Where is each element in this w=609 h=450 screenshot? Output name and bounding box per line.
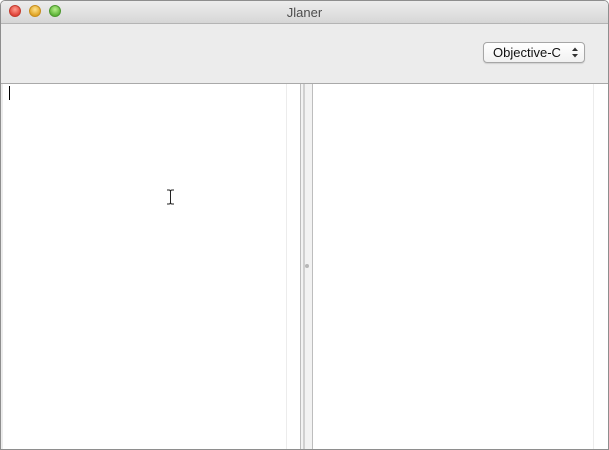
- language-select[interactable]: Objective-C: [483, 42, 585, 63]
- ibeam-cursor-icon: [167, 189, 174, 205]
- window-title: Jlaner: [286, 5, 323, 20]
- scroller-track[interactable]: [286, 84, 287, 449]
- split-view-divider[interactable]: [300, 84, 313, 449]
- divider-handle[interactable]: [305, 264, 309, 268]
- right-editor[interactable]: [313, 84, 608, 449]
- updown-arrows-icon: [572, 47, 578, 58]
- left-editor[interactable]: [3, 84, 300, 449]
- app-window: Jlaner Objective-C: [0, 0, 609, 450]
- toolbar: Objective-C: [1, 24, 608, 84]
- title-bar[interactable]: Jlaner: [1, 1, 608, 24]
- language-select-value: Objective-C: [493, 45, 561, 60]
- scroller-track[interactable]: [593, 84, 594, 449]
- text-caret: [9, 86, 10, 100]
